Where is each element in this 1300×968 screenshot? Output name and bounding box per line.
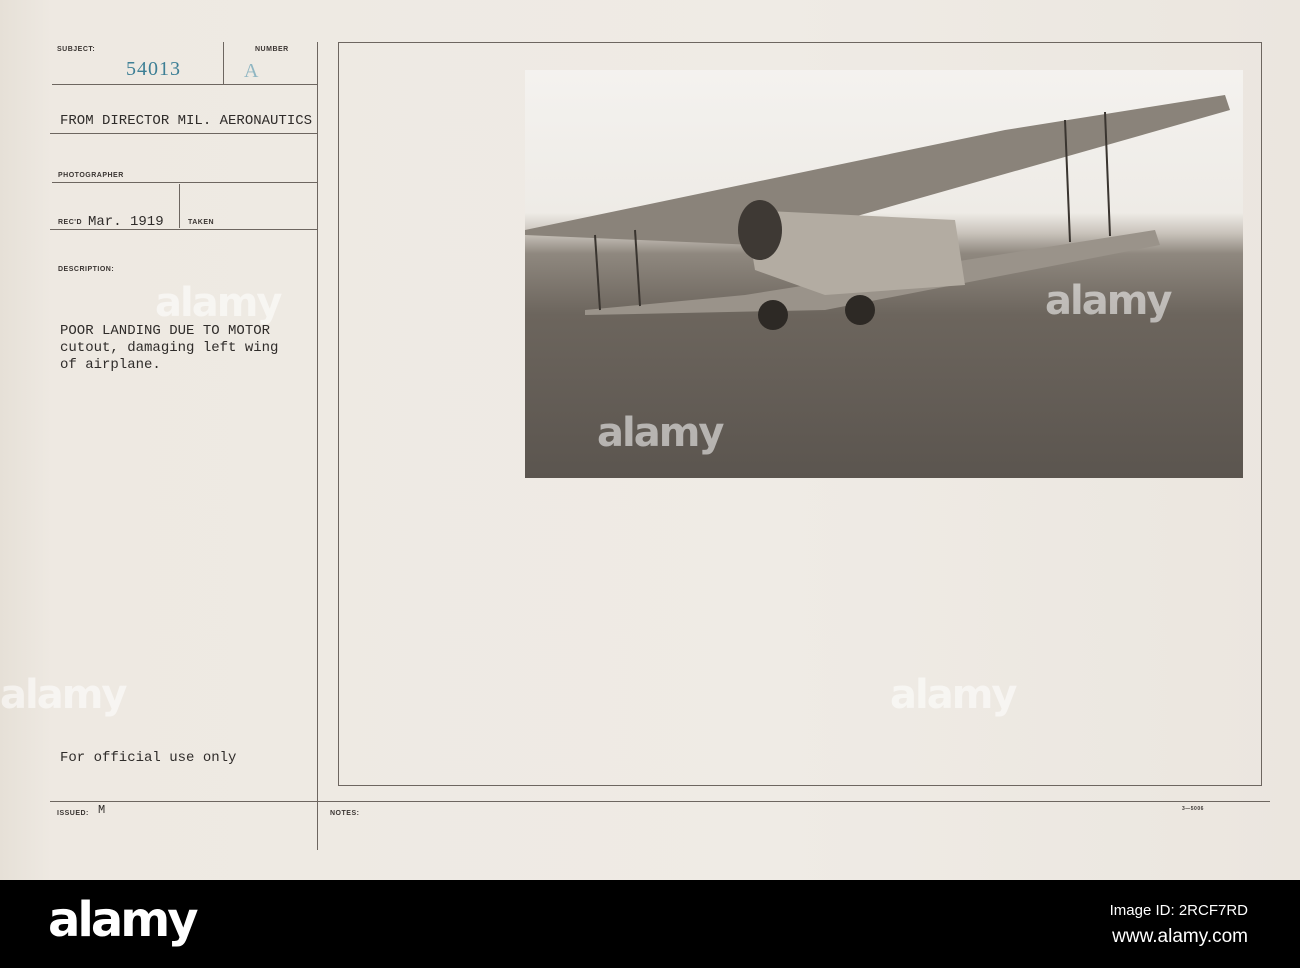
- divider: [50, 133, 318, 134]
- taken-label: TAKEN: [188, 219, 215, 226]
- divider: [223, 42, 224, 84]
- photographer-label: PHOTOGRAPHER: [58, 172, 124, 179]
- notes-label: NOTES:: [330, 810, 360, 817]
- form-number: 3—5006: [1182, 806, 1204, 812]
- watermark: alamy: [1045, 278, 1172, 324]
- description-line: of airplane.: [60, 357, 161, 373]
- engine: [738, 200, 782, 260]
- from-line: FROM DIRECTOR MIL. AERONAUTICS: [60, 113, 313, 129]
- recd-label: REC'D: [58, 219, 82, 226]
- column-divider: [317, 42, 318, 850]
- description: POOR LANDING DUE TO MOTOR cutout, damagi…: [60, 323, 278, 374]
- watermark: alamy: [155, 280, 282, 326]
- watermark: alamy: [890, 672, 1017, 718]
- official-use-note: For official use only: [60, 750, 237, 766]
- subject-number: 54013: [126, 58, 181, 80]
- watermark: alamy: [0, 672, 127, 718]
- subject-label: SUBJECT:: [57, 46, 96, 53]
- issued-value: M: [98, 803, 106, 817]
- recd-value: Mar. 1919: [88, 214, 164, 230]
- wheel: [845, 295, 875, 325]
- watermark: alamy: [597, 410, 724, 456]
- footer-bar: alamy Image ID: 2RCF7RD www.alamy.com: [0, 880, 1300, 968]
- alamy-logo: alamy: [48, 892, 199, 948]
- divider: [52, 182, 318, 183]
- issued-label: ISSUED:: [57, 810, 89, 817]
- divider: [179, 184, 180, 228]
- description-label: DESCRIPTION:: [58, 266, 115, 273]
- archive-card: SUBJECT: 54013 NUMBER A FROM DIRECTOR MI…: [0, 0, 1300, 880]
- divider: [52, 84, 317, 85]
- wheel: [758, 300, 788, 330]
- site-link[interactable]: www.alamy.com: [1112, 926, 1248, 948]
- number-label: NUMBER: [255, 46, 289, 53]
- description-line: cutout, damaging left wing: [60, 340, 279, 356]
- image-id: Image ID: 2RCF7RD: [1109, 902, 1248, 919]
- number-value: A: [244, 60, 260, 82]
- bottom-rule: [50, 801, 1270, 802]
